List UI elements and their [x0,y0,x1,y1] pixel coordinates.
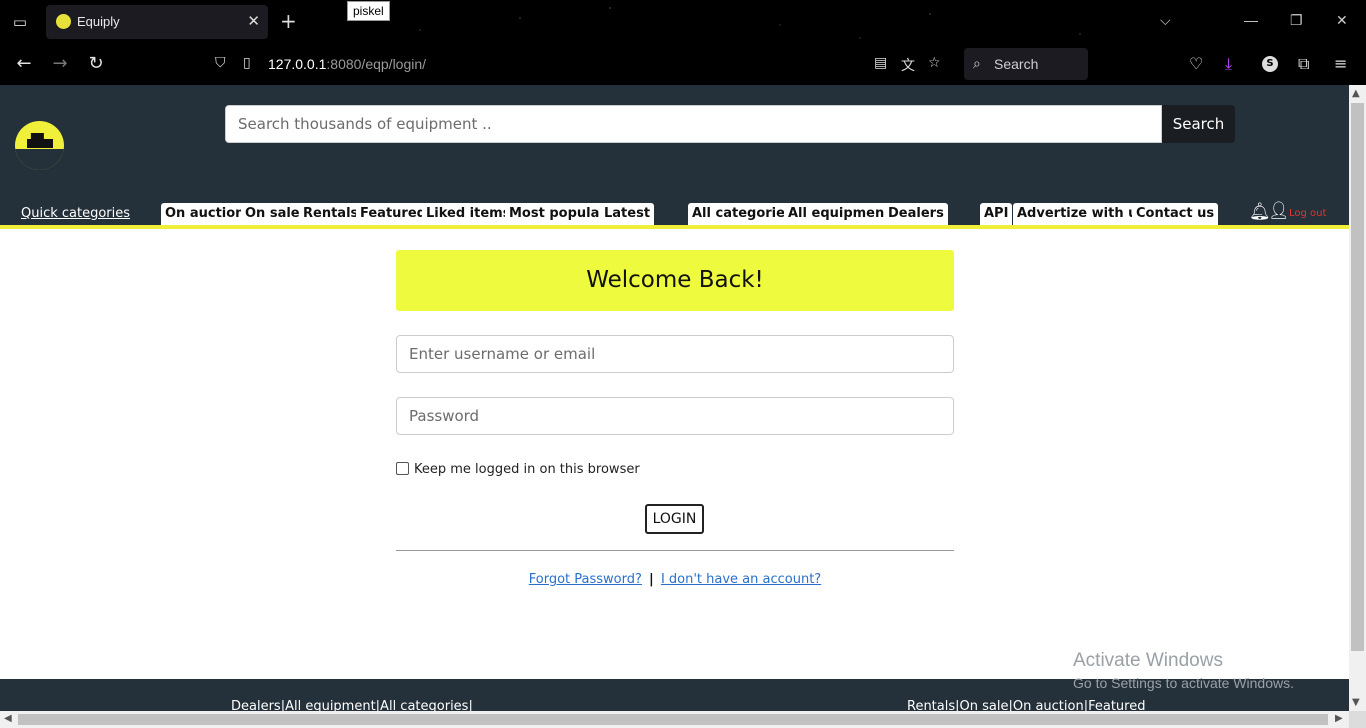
restore-icon[interactable]: ❐ [1290,12,1303,29]
nav-advertize[interactable]: Advertize with us [1013,203,1150,225]
minimize-icon[interactable]: — [1244,12,1258,28]
remember-me[interactable]: Keep me logged in on this browser [396,462,640,477]
download-icon[interactable]: ⤓ [1225,54,1232,74]
tooltip: piskel [347,1,390,21]
horizontal-scroll-thumb[interactable] [18,714,1328,725]
remember-me-checkbox[interactable] [396,462,409,475]
browser-search-box[interactable]: ⌕ Search [964,48,1088,80]
tab-list-icon[interactable]: ▭ [10,12,30,32]
welcome-banner: Welcome Back! [396,250,954,311]
new-tab-icon[interactable]: + [280,9,297,33]
menu-icon[interactable]: ≡ [1334,54,1347,73]
browser-tab[interactable]: Equiply ✕ [46,5,268,39]
vertical-scroll-thumb[interactable] [1351,103,1364,651]
link-separator: | [649,572,654,587]
nav-all-equipment[interactable]: All equipment [784,203,895,225]
logout-link[interactable]: Log out [1289,208,1326,219]
signup-link[interactable]: I don't have an account? [661,572,821,587]
quick-categories-link[interactable]: Quick categories [21,206,130,221]
site-header: Search Quick categories On auction On sa… [0,85,1349,226]
equipment-search-input[interactable] [225,105,1162,143]
scroll-down-icon[interactable]: ▼ [1352,697,1360,708]
pocket-icon[interactable]: ♡ [1189,54,1203,73]
account-avatar[interactable]: S [1262,56,1278,72]
tab-favicon-icon [56,14,71,29]
site-logo[interactable] [15,121,64,170]
login-button[interactable]: LOGIN [645,504,704,534]
url-bar[interactable]: ⛉ ▯ 127.0.0.1:8080/eqp/login/ ▤ 文 ☆ [207,48,958,80]
scroll-up-icon[interactable]: ▲ [1352,88,1360,99]
forward-icon[interactable]: → [48,53,72,75]
horizontal-scrollbar[interactable]: ◀ ▶ [0,711,1349,728]
nav-most-popular[interactable]: Most popular [505,203,610,225]
tab-title: Equiply [77,14,120,29]
search-button[interactable]: Search [1162,105,1235,143]
nav-rentals[interactable]: Rentals [299,203,363,225]
extensions-icon[interactable]: ⧉ [1298,54,1309,74]
nav-featured[interactable]: Featured [356,203,430,225]
header-accent-line [0,225,1349,229]
user-icon[interactable]: 👤︎ [1268,201,1290,221]
bookmark-star-icon[interactable]: ☆ [928,55,941,71]
tab-overflow-chevron-icon[interactable]: ⌵ [1160,12,1171,29]
activate-windows-watermark: Activate Windows Go to Settings to activ… [1073,650,1294,691]
nav-all-categories[interactable]: All categories [688,203,797,225]
nav-dealers[interactable]: Dealers [884,203,948,225]
window-close-icon[interactable]: ✕ [1336,12,1348,29]
nav-latest[interactable]: Latest [600,203,655,225]
reader-view-icon[interactable]: ▤ [874,55,887,71]
form-divider [396,550,954,551]
username-field[interactable] [396,335,954,373]
scrollbar-corner [1349,711,1366,728]
activate-title: Activate Windows [1073,650,1223,671]
translate-icon[interactable]: 文 [901,55,915,75]
scroll-left-icon[interactable]: ◀ [4,713,12,724]
nav-api[interactable]: API [980,203,1013,225]
search-icon: ⌕ [973,55,981,71]
nav-on-auction[interactable]: On auction [161,203,249,225]
tab-close-icon[interactable]: ✕ [247,12,260,30]
nav-on-sale[interactable]: On sale [241,203,304,225]
vertical-scrollbar[interactable]: ▲ ▼ [1349,85,1366,713]
browser-navbar: ← → ↻ ⛉ ▯ 127.0.0.1:8080/eqp/login/ ▤ 文 … [0,44,1366,85]
url-text[interactable]: 127.0.0.1:8080/eqp/login/ [268,56,426,72]
browser-search-label: Search [994,56,1039,72]
forgot-password-link[interactable]: Forgot Password? [529,572,642,587]
back-icon[interactable]: ← [12,53,36,75]
activate-subtitle: Go to Settings to activate Windows. [1073,675,1294,691]
password-field[interactable] [396,397,954,435]
bulldozer-icon [27,133,53,148]
page-icon[interactable]: ▯ [243,55,251,71]
remember-me-label: Keep me logged in on this browser [414,462,640,477]
scroll-right-icon[interactable]: ▶ [1335,713,1343,724]
account-links: Forgot Password? | I don't have an accou… [396,572,954,587]
shield-icon[interactable]: ⛉ [215,55,226,71]
browser-titlebar: ▭ Equiply ✕ + piskel ⌵ — ❐ ✕ [0,0,1366,44]
nav-liked-items[interactable]: Liked items [422,203,515,225]
reload-icon[interactable]: ↻ [84,53,108,75]
nav-contact-us[interactable]: Contact us [1132,203,1219,225]
